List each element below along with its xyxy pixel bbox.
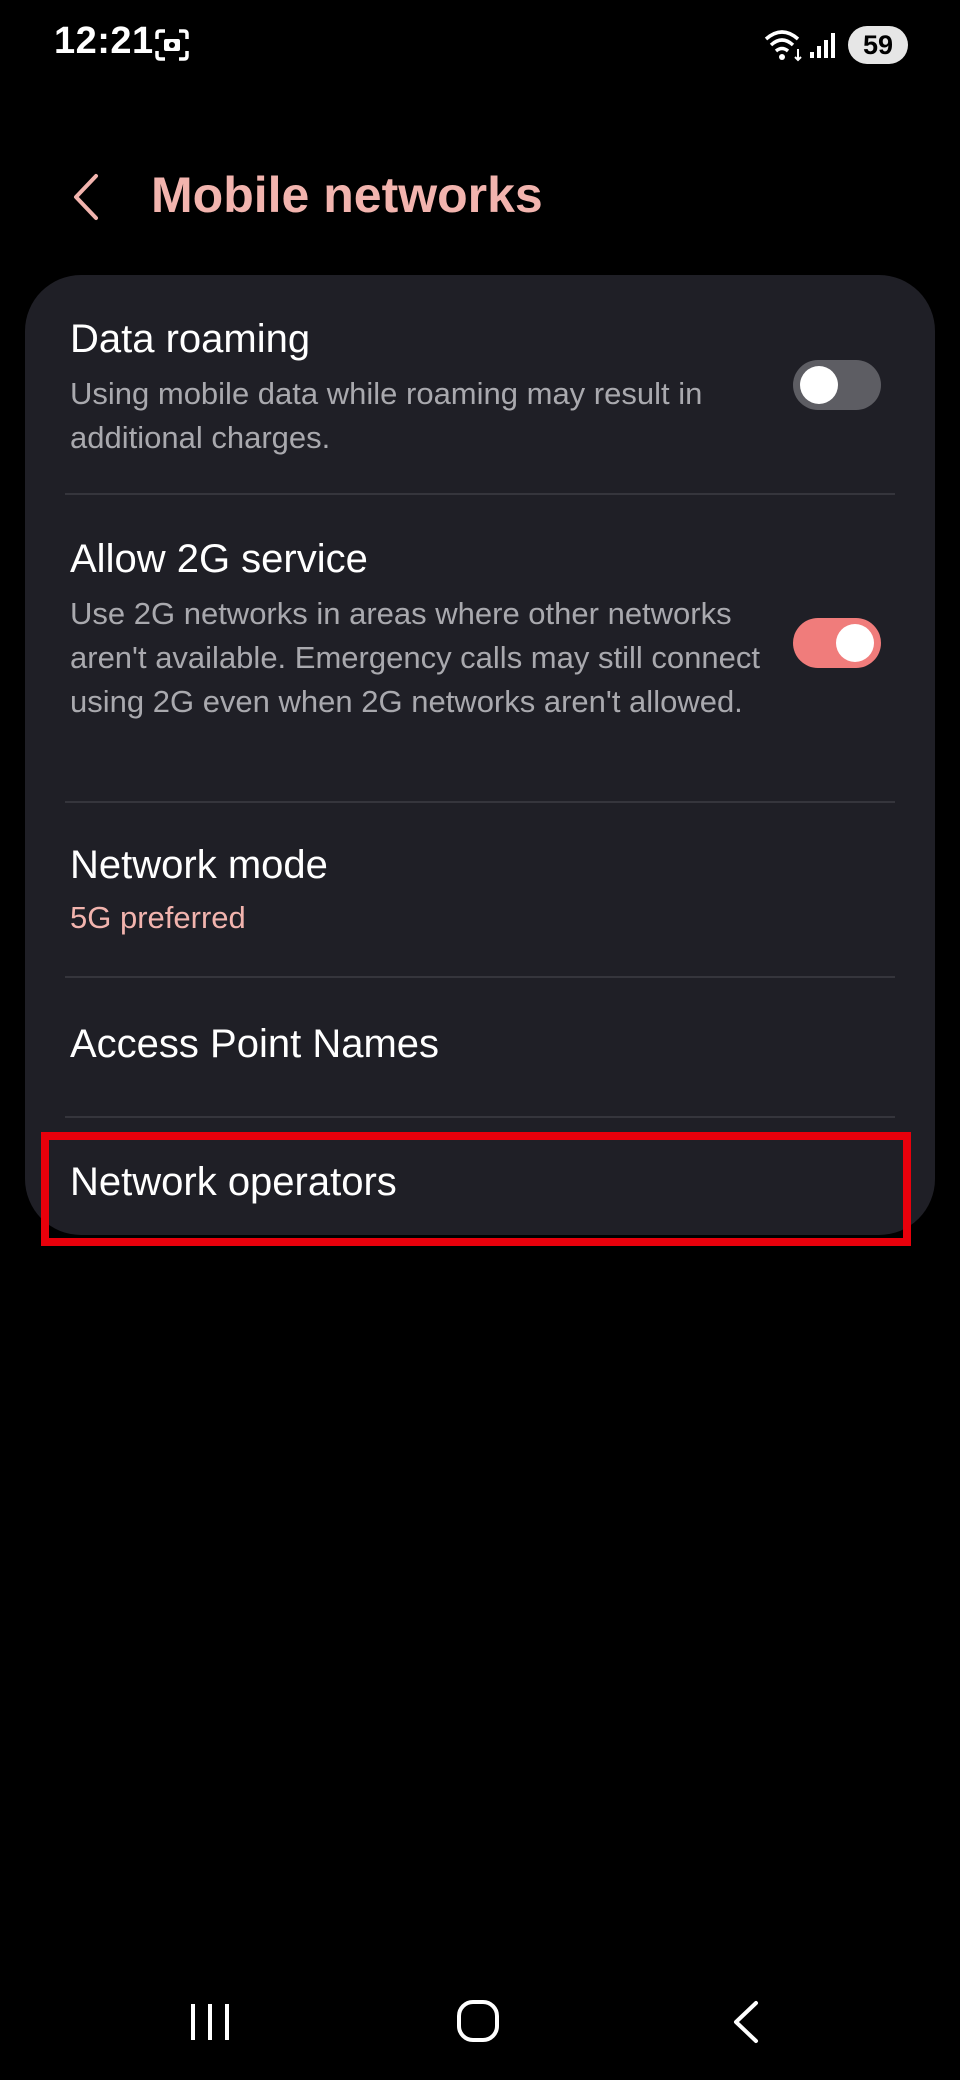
- nav-back-button[interactable]: [728, 1997, 764, 2047]
- data-roaming-toggle[interactable]: [793, 360, 881, 410]
- allow-2g-title: Allow 2G service: [70, 537, 368, 581]
- home-button[interactable]: [455, 1998, 501, 2044]
- recents-icon: [191, 2004, 229, 2040]
- data-roaming-title: Data roaming: [70, 317, 311, 361]
- data-roaming-row[interactable]: Data roaming Using mobile data while roa…: [25, 275, 935, 495]
- wifi-icon: [763, 27, 805, 63]
- network-mode-row[interactable]: Network mode 5G preferred: [25, 803, 935, 977]
- battery-indicator: 59: [848, 26, 908, 64]
- settings-card: Data roaming Using mobile data while roa…: [25, 275, 935, 1235]
- back-icon: [734, 2001, 758, 2043]
- page-title: Mobile networks: [151, 167, 543, 223]
- network-mode-title: Network mode: [70, 843, 328, 887]
- toggle-knob: [800, 366, 838, 404]
- allow-2g-toggle[interactable]: [793, 618, 881, 668]
- back-button[interactable]: [60, 160, 114, 234]
- data-roaming-description: Using mobile data while roaming may resu…: [70, 376, 703, 455]
- access-point-names-title: Access Point Names: [70, 1022, 440, 1066]
- network-mode-value: 5G preferred: [70, 900, 246, 935]
- home-icon: [457, 2000, 499, 2042]
- status-bar: 12:21 59: [0, 0, 960, 92]
- screenshot-icon: [154, 28, 190, 62]
- highlight-box: [41, 1132, 911, 1246]
- chevron-left-icon: [74, 174, 98, 220]
- signal-icon: [808, 30, 840, 60]
- toggle-knob: [836, 624, 874, 662]
- allow-2g-description: Use 2G networks in areas where other net…: [70, 596, 760, 719]
- access-point-names-row[interactable]: Access Point Names: [25, 978, 935, 1116]
- status-time: 12:21: [54, 20, 154, 62]
- allow-2g-row[interactable]: Allow 2G service Use 2G networks in area…: [25, 495, 935, 801]
- recents-button[interactable]: [185, 2000, 235, 2044]
